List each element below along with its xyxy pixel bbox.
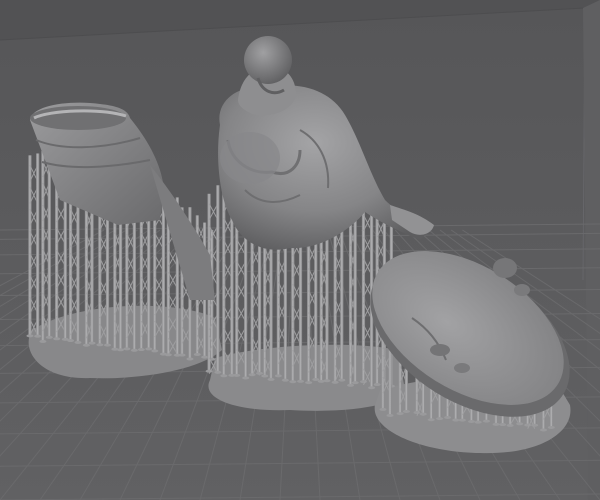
support-foot (482, 419, 490, 423)
support-foot (281, 378, 289, 382)
support-foot (82, 343, 90, 347)
support-foot (145, 347, 153, 351)
support-foot (444, 415, 452, 419)
support-foot (88, 341, 96, 345)
support-foot (186, 357, 194, 361)
support-pillar (216, 185, 220, 373)
support-foot (274, 374, 282, 378)
support-foot (130, 348, 138, 352)
support-pillar (361, 204, 366, 382)
support-foot (452, 418, 460, 422)
support-foot (74, 340, 82, 344)
support-foot (492, 422, 500, 426)
support-foot (305, 381, 313, 385)
support-foot (499, 423, 507, 427)
support-foot (547, 425, 555, 429)
support-foot (289, 380, 297, 384)
support-foot (516, 422, 524, 426)
support-foot (34, 334, 42, 338)
support-foot (351, 381, 359, 385)
support-foot (474, 420, 482, 424)
support-foot (67, 339, 75, 343)
support-foot (104, 343, 112, 347)
support-foot (467, 419, 475, 423)
support-foot (413, 411, 421, 415)
support-foot (178, 353, 186, 357)
support-foot (53, 337, 61, 341)
viewport-canvas[interactable] (0, 0, 600, 500)
bust-hand (390, 205, 434, 235)
support-foot (242, 376, 250, 380)
bust-head (244, 36, 292, 84)
support-foot (214, 370, 222, 374)
support-foot (368, 386, 376, 390)
support-foot (233, 373, 241, 377)
grid-line (0, 459, 600, 467)
support-foot (419, 412, 427, 416)
3d-viewport[interactable] (0, 0, 600, 500)
support-foot (297, 379, 305, 383)
support-foot (379, 407, 387, 411)
support-foot (347, 383, 355, 387)
support-foot (220, 374, 228, 378)
support-foot (151, 349, 159, 353)
support-foot (267, 377, 275, 381)
support-foot (193, 352, 201, 356)
support-pillar (41, 151, 45, 342)
support-pillar (36, 153, 40, 337)
support-foot (427, 418, 435, 422)
support-foot (201, 355, 209, 359)
support-pillar (353, 205, 357, 383)
support-pillar (47, 154, 51, 338)
support-foot (402, 409, 410, 413)
support-foot (137, 348, 145, 352)
support-foot (386, 413, 394, 417)
support-foot (39, 339, 47, 343)
support-foot (261, 374, 269, 378)
support-foot (531, 423, 539, 427)
support-foot (373, 383, 381, 387)
support-foot (123, 347, 131, 351)
support-foot (396, 412, 404, 416)
support-foot (312, 377, 320, 381)
support-foot (96, 343, 104, 347)
support-foot (117, 348, 125, 352)
support-foot (256, 371, 264, 375)
support-foot (436, 417, 444, 421)
model-torso[interactable] (218, 36, 434, 250)
support-foot (45, 335, 53, 339)
support-pillar (222, 186, 226, 376)
support-foot (323, 379, 331, 383)
support-foot (338, 378, 346, 382)
grid-line (0, 493, 600, 500)
support-foot (540, 428, 548, 432)
support-foot (458, 418, 466, 422)
